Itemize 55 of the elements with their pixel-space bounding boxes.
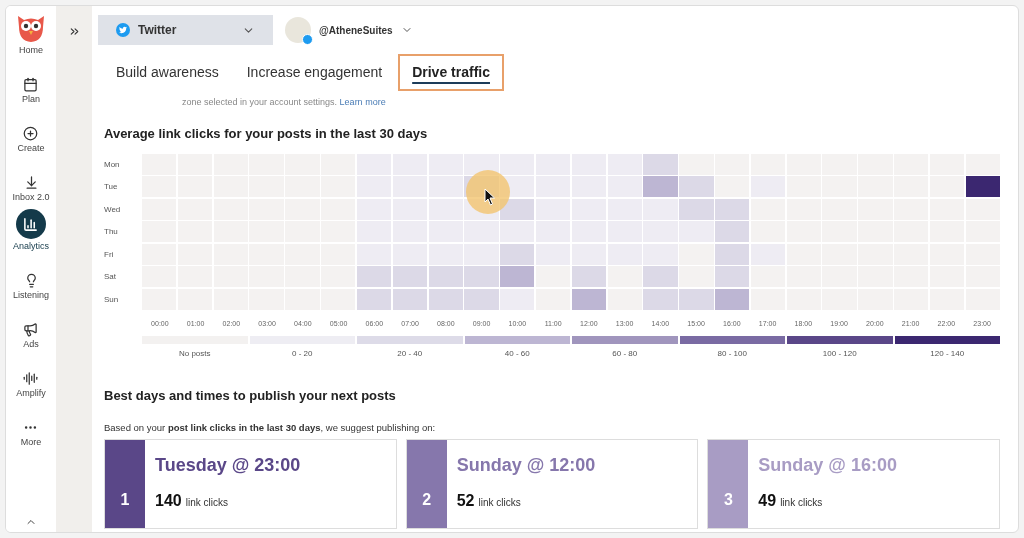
legend-label: 120 - 140 (930, 347, 965, 360)
legend-label: 40 - 60 (504, 347, 530, 360)
sidebar-item[interactable]: Amplify (16, 389, 46, 398)
calendar-icon (23, 77, 39, 92)
day-label: Sun (104, 293, 120, 306)
legend-label: 80 - 100 (717, 347, 747, 360)
rank-badge: 3 (708, 440, 749, 529)
avatar-icon (285, 17, 311, 43)
sidebar-item[interactable]: Plan (22, 95, 40, 104)
legend-label: 60 - 80 (612, 347, 638, 360)
twitter-bird-icon (116, 23, 130, 37)
click-count: 52 (456, 491, 475, 512)
legend-label: 0 - 20 (292, 347, 313, 360)
sidebar-item[interactable]: Ads (23, 340, 39, 349)
day-label: Tue (104, 181, 119, 194)
sidebar-item[interactable]: Inbox 2.0 (12, 193, 50, 202)
legend-label: 20 - 40 (397, 347, 423, 360)
network-select[interactable]: Twitter (98, 15, 273, 45)
click-count: 140 (155, 491, 182, 512)
owl-logo-icon (15, 13, 47, 43)
tab[interactable]: Drive traffic (398, 53, 504, 91)
sidebar-item[interactable]: Analytics (13, 242, 49, 251)
learn-more-link[interactable]: Learn more (339, 98, 386, 107)
heatmap-title: Average link clicks for your posts in the last 30 days (103, 125, 429, 143)
legend-label: 100 - 120 (822, 347, 857, 360)
sidebar-item[interactable]: Listening (13, 291, 49, 300)
day-label: Sat (104, 271, 117, 284)
day-label: Thu (104, 226, 119, 239)
rank-badge: 2 (406, 440, 447, 529)
day-label: Wed (104, 203, 122, 216)
tab[interactable]: Build awareness (104, 55, 231, 89)
mouse-cursor-icon (484, 187, 496, 206)
bar-chart-icon (23, 216, 39, 232)
megaphone-icon (23, 322, 39, 337)
sidebar-item[interactable]: Home (19, 46, 43, 55)
click-unit: link clicks (780, 496, 823, 511)
day-label: Fri (104, 248, 115, 261)
suggested-time: Tuesday @ 23:00 (155, 454, 301, 478)
click-unit: link clicks (185, 496, 228, 511)
suggested-time: Sunday @ 12:00 (456, 454, 596, 478)
timezone-notice: zone selected in your account settings. Learn more (181, 98, 387, 108)
best-times-title: Best days and times to publish your next posts (103, 386, 397, 405)
account-select[interactable]: @AtheneSuites (285, 17, 413, 43)
click-unit: link clicks (478, 496, 521, 511)
sidebar-item[interactable]: More (20, 438, 42, 447)
suggested-time: Sunday @ 16:00 (758, 454, 897, 478)
tab[interactable]: Increase engagement (234, 55, 395, 89)
sound-bars-icon (23, 371, 39, 386)
sidebar-item[interactable]: Create (17, 144, 45, 153)
click-count: 49 (758, 491, 777, 512)
plus-circle-icon (23, 126, 39, 141)
legend-label: No posts (178, 347, 211, 360)
best-times-intro: Based on your post link clicks in the last 30 days, we suggest publishing on: (103, 421, 437, 435)
rank-badge: 1 (105, 440, 145, 529)
day-label: Mon (104, 158, 121, 171)
